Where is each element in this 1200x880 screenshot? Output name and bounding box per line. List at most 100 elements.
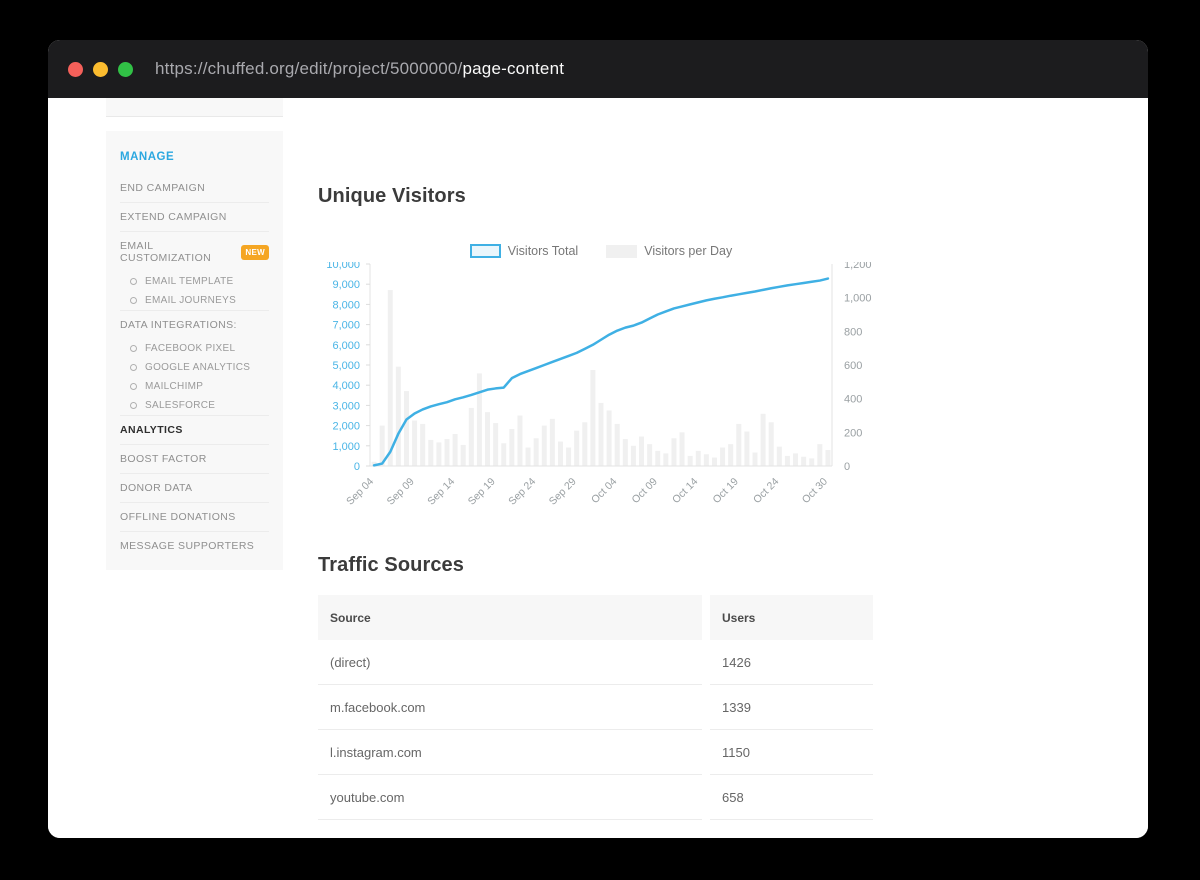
sidebar-item-label: ANALYTICS (120, 424, 183, 436)
x-axis-tick-label: Sep 04 (344, 476, 376, 508)
source-cell: (direct) (318, 640, 702, 685)
bar-visitors-per-day (655, 451, 660, 466)
x-axis-tick-label: Sep 29 (547, 476, 579, 508)
sidebar-subitem-label: SALESFORCE (145, 400, 215, 411)
sidebar: MANAGEEND CAMPAIGNEXTEND CAMPAIGNEMAIL C… (106, 131, 283, 570)
bar-visitors-per-day (436, 442, 441, 466)
sidebar-subitem-email-template[interactable]: EMAIL TEMPLATE (120, 272, 269, 291)
bar-visitors-per-day (509, 429, 514, 466)
sidebar-subitem-label: FACEBOOK PIXEL (145, 343, 235, 354)
source-cell: youtube.com (318, 775, 702, 820)
sidebar-subitem-salesforce[interactable]: SALESFORCE (120, 396, 269, 415)
bar-visitors-per-day (712, 458, 717, 466)
sidebar-item-boost-factor[interactable]: BOOST FACTOR (120, 444, 269, 473)
bullet-icon (130, 364, 137, 371)
main-content: Unique Visitors Visitors Total Visitors p… (318, 98, 958, 820)
sidebar-item-label: DONOR DATA (120, 482, 192, 494)
bar-visitors-per-day (542, 426, 547, 466)
left-axis-tick-label: 0 (354, 461, 360, 473)
sidebar-subitem-google-analytics[interactable]: GOOGLE ANALYTICS (120, 358, 269, 377)
right-axis-tick-label: 400 (844, 394, 862, 406)
left-axis-tick-label: 3,000 (332, 400, 360, 412)
bullet-icon (130, 383, 137, 390)
legend-item-visitors-per-day[interactable]: Visitors per Day (606, 244, 732, 258)
bar-visitors-per-day (534, 438, 539, 466)
x-axis-tick-label: Oct 09 (629, 476, 659, 506)
bar-visitors-per-day (696, 451, 701, 466)
address-bar[interactable]: https://chuffed.org/edit/project/5000000… (155, 59, 564, 79)
sidebar-item-message-supporters[interactable]: MESSAGE SUPPORTERS (120, 531, 269, 560)
sidebar-item-data-integrations[interactable]: DATA INTEGRATIONS: (120, 310, 269, 339)
bar-visitors-per-day (761, 414, 766, 466)
sidebar-item-donor-data[interactable]: DONOR DATA (120, 473, 269, 502)
bar-visitors-per-day (396, 367, 401, 466)
left-axis-tick-label: 1,000 (332, 441, 360, 453)
bar-visitors-per-day (736, 424, 741, 466)
left-axis-tick-label: 10,000 (326, 262, 360, 271)
bar-visitors-per-day (517, 416, 522, 467)
table-header-row: SourceUsers (318, 595, 873, 640)
sidebar-subitem-email-journeys[interactable]: EMAIL JOURNEYS (120, 291, 269, 310)
new-badge: NEW (241, 245, 269, 260)
bullet-icon (130, 345, 137, 352)
traffic-lights (68, 62, 133, 77)
table-row: youtube.com658 (318, 775, 873, 820)
bar-visitors-per-day (493, 423, 498, 466)
bullet-icon (130, 402, 137, 409)
sidebar-item-offline-donations[interactable]: OFFLINE DONATIONS (120, 502, 269, 531)
sidebar-item-end-campaign[interactable]: END CAMPAIGN (120, 174, 269, 202)
sidebar-item-analytics[interactable]: ANALYTICS (120, 415, 269, 444)
bar-visitors-per-day (607, 410, 612, 466)
minimize-button[interactable] (93, 62, 108, 77)
sidebar-item-label: OFFLINE DONATIONS (120, 511, 236, 523)
right-axis-tick-label: 200 (844, 427, 862, 439)
source-cell: m.facebook.com (318, 685, 702, 730)
zoom-button[interactable] (118, 62, 133, 77)
x-axis-tick-label: Sep 14 (425, 476, 457, 508)
url-base: https://chuffed.org/edit/project/5000000… (155, 59, 463, 78)
combo-chart-canvas: 01,0002,0003,0004,0005,0006,0007,0008,00… (318, 262, 958, 530)
left-axis-tick-label: 7,000 (332, 320, 360, 332)
bar-visitors-per-day (420, 424, 425, 466)
sidebar-item-email-customization[interactable]: EMAIL CUSTOMIZATIONNEW (120, 231, 269, 272)
x-axis-tick-label: Oct 14 (670, 476, 700, 506)
x-axis-tick-label: Oct 30 (800, 476, 830, 506)
right-axis-tick-label: 600 (844, 360, 862, 372)
sidebar-subitem-label: GOOGLE ANALYTICS (145, 362, 250, 373)
bar-series-swatch-icon (606, 245, 637, 258)
table-row: (direct)1426 (318, 640, 873, 685)
users-cell: 658 (710, 775, 873, 820)
sidebar-item-label: EXTEND CAMPAIGN (120, 211, 227, 223)
line-series-swatch-icon (470, 244, 501, 258)
bar-visitors-per-day (809, 458, 814, 466)
bar-visitors-per-day (526, 447, 531, 466)
sidebar-subitem-mailchimp[interactable]: MAILCHIMP (120, 377, 269, 396)
bar-visitors-per-day (590, 370, 595, 466)
sidebar-item-extend-campaign[interactable]: EXTEND CAMPAIGN (120, 202, 269, 231)
unique-visitors-heading: Unique Visitors (318, 185, 958, 208)
bullet-icon (130, 297, 137, 304)
legend-item-visitors-total[interactable]: Visitors Total (470, 244, 578, 258)
bar-visitors-per-day (817, 444, 822, 466)
browser-window: https://chuffed.org/edit/project/5000000… (48, 40, 1148, 838)
x-axis-tick-label: Sep 09 (385, 476, 417, 508)
close-button[interactable] (68, 62, 83, 77)
sidebar-item-label: EMAIL CUSTOMIZATION (120, 240, 241, 264)
column-header-users: Users (710, 595, 873, 640)
sidebar-scrolled-section (106, 98, 283, 117)
legend-label: Visitors Total (508, 244, 578, 258)
table-row: l.instagram.com1150 (318, 730, 873, 775)
sidebar-subitem-label: EMAIL JOURNEYS (145, 295, 236, 306)
bar-visitors-per-day (453, 434, 458, 466)
bar-visitors-per-day (412, 421, 417, 466)
bar-visitors-per-day (639, 437, 644, 466)
sidebar-item-label: END CAMPAIGN (120, 182, 205, 194)
x-axis-tick-label: Oct 24 (751, 476, 781, 506)
sidebar-item-label: BOOST FACTOR (120, 453, 207, 465)
traffic-sources-table: SourceUsers(direct)1426m.facebook.com133… (318, 595, 873, 820)
left-axis-tick-label: 9,000 (332, 279, 360, 291)
bar-visitors-per-day (688, 456, 693, 466)
bar-visitors-per-day (428, 440, 433, 466)
right-axis-tick-label: 0 (844, 461, 850, 473)
sidebar-subitem-facebook-pixel[interactable]: FACEBOOK PIXEL (120, 339, 269, 358)
